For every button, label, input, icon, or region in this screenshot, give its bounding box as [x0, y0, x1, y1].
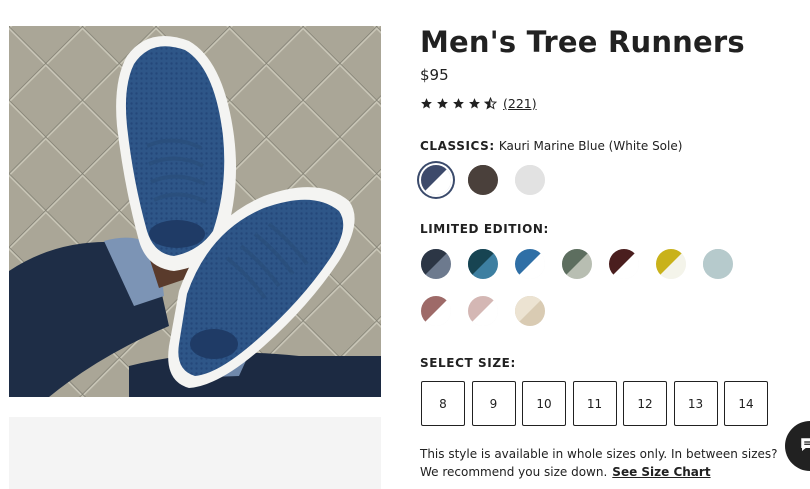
star-icon	[437, 97, 448, 108]
color-swatch-cream-print[interactable]	[515, 296, 545, 326]
limited-edition-label: LIMITED EDITION:	[420, 222, 549, 236]
size-option-11[interactable]: 11	[572, 381, 617, 426]
size-option-10[interactable]: 10	[522, 381, 566, 426]
classics-label: CLASSICS: Kauri Marine Blue (White Sole)	[420, 139, 682, 153]
size-option-13[interactable]: 13	[673, 381, 718, 426]
color-swatch-deep-teal[interactable]	[468, 249, 498, 279]
color-swatch-blue-white[interactable]	[515, 249, 545, 279]
color-swatch-rose-white[interactable]	[421, 296, 451, 326]
color-swatch-mustard-white[interactable]	[656, 249, 686, 279]
star-icon	[453, 97, 464, 108]
chat-icon	[801, 438, 810, 451]
color-swatch-maroon-white[interactable]	[609, 249, 639, 279]
size-option-14[interactable]: 14	[724, 381, 768, 426]
classics-heading: CLASSICS:	[420, 139, 495, 153]
color-swatch-blush-white[interactable]	[468, 296, 498, 326]
reviews-link[interactable]: (221)	[503, 96, 537, 111]
star-icon	[421, 97, 432, 108]
star-icon	[469, 97, 480, 108]
color-swatch-pale-blue[interactable]	[703, 249, 733, 279]
size-option-12[interactable]: 12	[623, 381, 667, 426]
product-title: Men's Tree Runners	[420, 25, 745, 59]
color-swatch-kauri-marine-blue-white-sole[interactable]	[421, 165, 451, 195]
product-image	[9, 26, 381, 397]
product-price: $95	[420, 66, 449, 84]
size-note: This style is available in whole sizes o…	[420, 445, 780, 481]
image-placeholder	[9, 417, 381, 489]
size-option-9[interactable]: 9	[471, 381, 516, 426]
half-star-icon	[484, 96, 497, 110]
color-swatch-sage-green[interactable]	[562, 249, 592, 279]
size-option-8[interactable]: 8	[421, 381, 465, 426]
star-rating	[420, 96, 497, 110]
size-note-text: This style is available in whole sizes o…	[420, 447, 778, 479]
size-chart-link[interactable]: See Size Chart	[612, 465, 710, 479]
selected-color-name: Kauri Marine Blue (White Sole)	[498, 139, 683, 153]
product-rating: (221)	[420, 94, 537, 112]
color-swatch-dark-brown[interactable]	[468, 165, 498, 195]
product-details: Men's Tree Runners $95 (221) CLASSICS: Ka…	[420, 0, 810, 489]
select-size-label: SELECT SIZE:	[420, 356, 516, 370]
color-swatch-light-grey[interactable]	[515, 165, 545, 195]
color-swatch-charcoal-navy[interactable]	[421, 249, 451, 279]
